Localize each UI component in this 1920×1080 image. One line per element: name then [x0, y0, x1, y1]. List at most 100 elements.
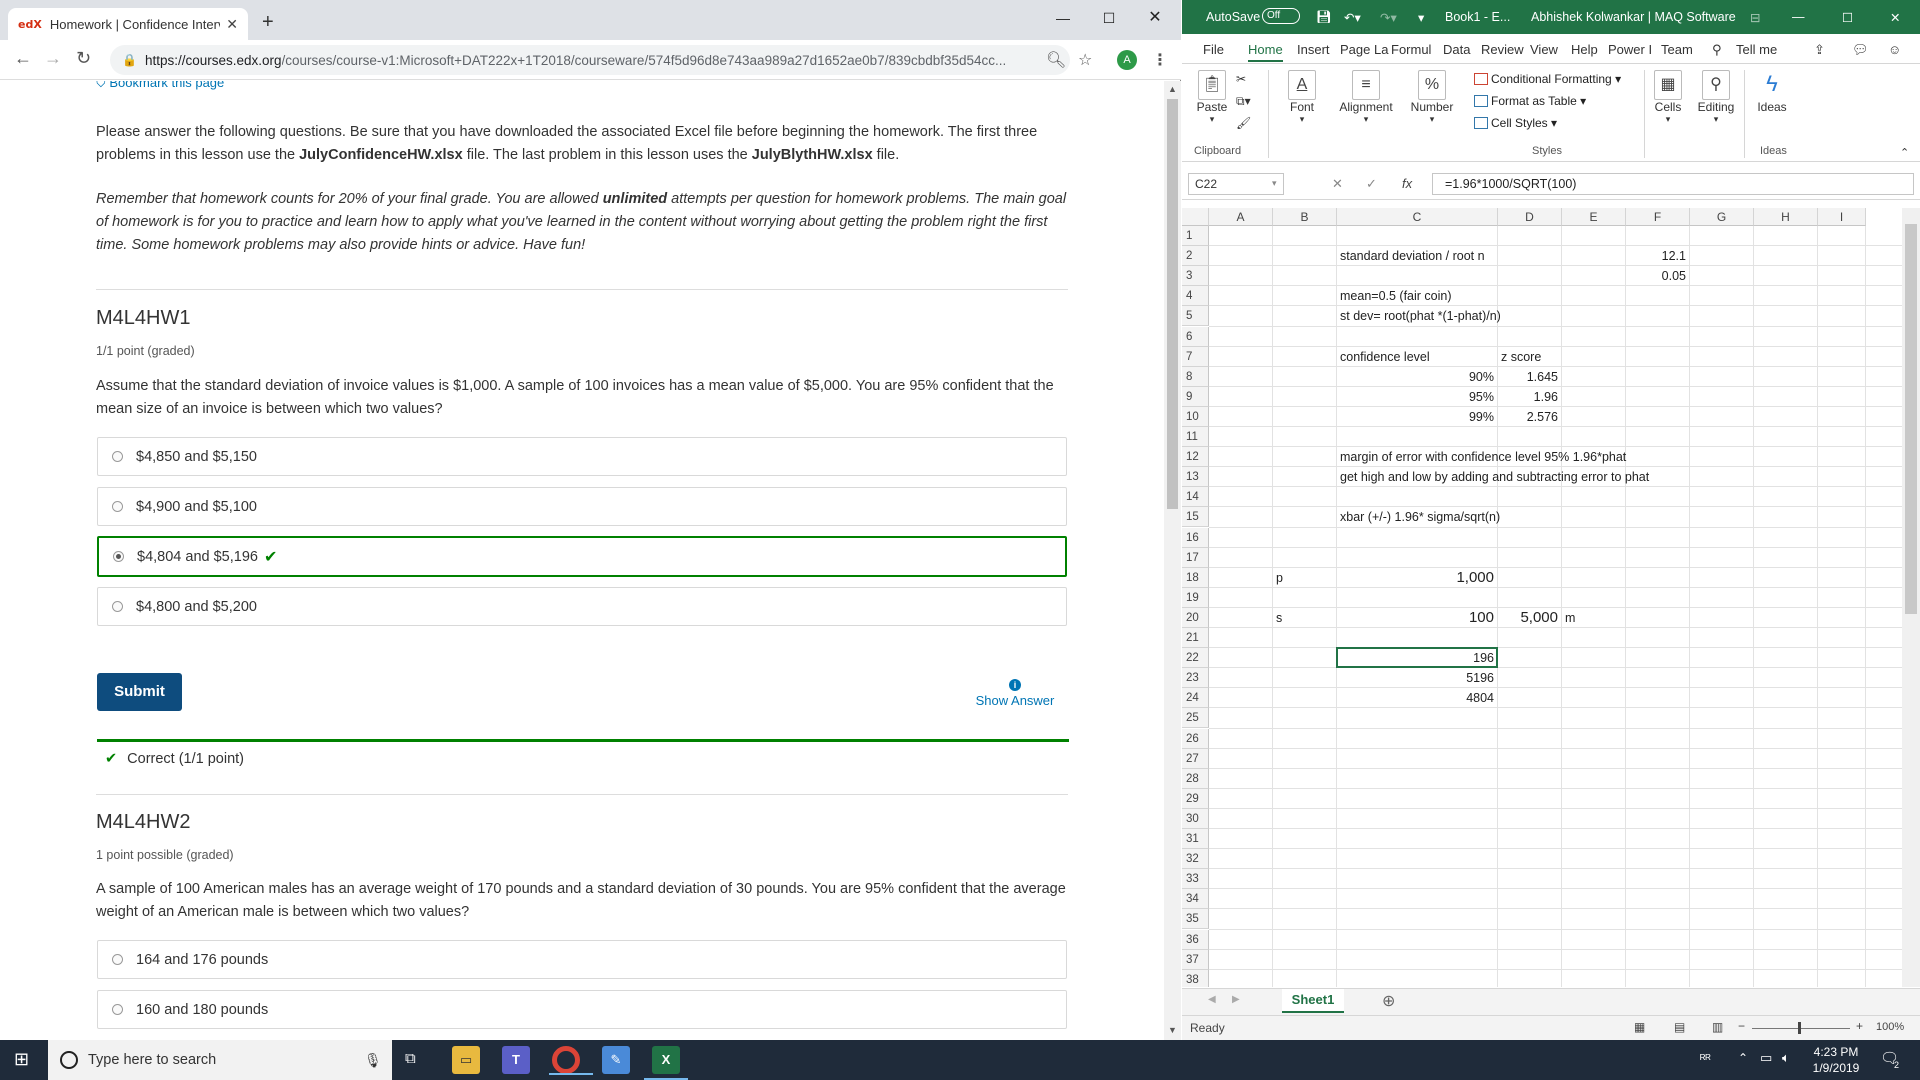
volume-icon[interactable]: 🔈︎ — [1782, 1050, 1790, 1066]
radio-button[interactable] — [112, 501, 123, 512]
taskbar-search[interactable]: Type here to search 🎙︎ — [48, 1040, 392, 1080]
people-icon[interactable]: ᴿᴿ — [1700, 1052, 1711, 1066]
format-as-table-button[interactable]: Format as Table ▾ — [1474, 94, 1586, 108]
zoom-slider[interactable] — [1752, 1028, 1850, 1029]
cell-c23[interactable]: 5196 — [1337, 668, 1494, 688]
close-tab-icon[interactable]: ✕ — [226, 16, 238, 33]
row-header[interactable]: 20 — [1182, 607, 1209, 628]
cell-d7[interactable]: z score — [1501, 347, 1541, 367]
row-header[interactable]: 8 — [1182, 366, 1209, 387]
cell-c2[interactable]: standard deviation / root n — [1340, 246, 1485, 266]
row-header[interactable]: 11 — [1182, 427, 1209, 447]
cell-c18[interactable]: 1,000 — [1337, 568, 1494, 588]
column-header[interactable]: B — [1273, 208, 1337, 226]
prev-sheet-icon[interactable]: ◀ — [1208, 994, 1216, 1005]
row-header[interactable]: 37 — [1182, 949, 1209, 970]
cell-c15[interactable]: xbar (+/-) 1.96* sigma/sqrt(n) — [1340, 507, 1500, 527]
tab-review[interactable]: Review — [1481, 42, 1524, 57]
zoom-out-icon[interactable]: − — [1738, 1019, 1745, 1033]
column-header[interactable]: C — [1337, 208, 1498, 226]
row-header[interactable]: 6 — [1182, 326, 1209, 347]
sheet-tab[interactable]: Sheet1 — [1282, 989, 1344, 1013]
answer-option[interactable]: $4,850 and $5,150 — [97, 437, 1067, 476]
column-header[interactable]: F — [1626, 208, 1690, 226]
fx-icon[interactable]: fx — [1402, 176, 1412, 191]
column-header[interactable]: I — [1818, 208, 1866, 226]
cell-b18[interactable]: p — [1276, 568, 1283, 588]
share-icon[interactable]: ⇪ — [1814, 42, 1825, 58]
scroll-thumb[interactable] — [1905, 224, 1917, 614]
row-header[interactable]: 31 — [1182, 829, 1209, 849]
close-window-icon[interactable]: ✕ — [1132, 4, 1178, 32]
tab-data[interactable]: Data — [1443, 42, 1470, 57]
row-header[interactable]: 25 — [1182, 708, 1209, 729]
file-explorer-icon[interactable]: ▭ — [452, 1046, 480, 1074]
row-header[interactable]: 17 — [1182, 547, 1209, 568]
row-header[interactable]: 24 — [1182, 688, 1209, 709]
zoom-in-icon[interactable]: + — [1856, 1019, 1863, 1033]
answer-option-selected[interactable]: $4,804 and $5,196 ✔ — [97, 536, 1067, 577]
row-header[interactable]: 22 — [1182, 648, 1209, 669]
answer-option[interactable]: 164 and 176 pounds — [97, 940, 1067, 979]
maximize-icon[interactable]: ☐ — [1842, 10, 1853, 25]
cell-c4[interactable]: mean=0.5 (fair coin) — [1340, 286, 1452, 306]
windows-start-icon[interactable]: ⊞ — [14, 1049, 29, 1070]
collapse-ribbon-icon[interactable]: ⌃ — [1900, 146, 1909, 159]
smiley-icon[interactable]: ☺ — [1888, 42, 1901, 57]
tray-expand-icon[interactable]: ⌃ — [1738, 1051, 1748, 1065]
row-header[interactable]: 7 — [1182, 346, 1209, 367]
page-layout-icon[interactable]: ▤ — [1674, 1020, 1685, 1034]
cell-d10[interactable]: 2.576 — [1498, 407, 1558, 427]
row-header[interactable]: 33 — [1182, 869, 1209, 890]
tab-view[interactable]: View — [1530, 42, 1558, 57]
cancel-formula-icon[interactable]: ✕ — [1332, 176, 1343, 192]
minimize-icon[interactable]: — — [1040, 4, 1086, 32]
name-box-dropdown-icon[interactable]: ▾ — [1272, 178, 1277, 189]
row-header[interactable]: 2 — [1182, 246, 1209, 267]
paste-button[interactable]: 📋︎ Paste ▾ — [1192, 70, 1232, 125]
row-header[interactable]: 23 — [1182, 668, 1209, 689]
scroll-up-icon[interactable]: ▲ — [1168, 84, 1177, 94]
alignment-button[interactable]: ≡ Alignment ▾ — [1336, 70, 1396, 125]
tab-power[interactable]: Power I — [1608, 42, 1652, 57]
cell-styles-button[interactable]: Cell Styles ▾ — [1474, 116, 1557, 130]
normal-view-icon[interactable]: ▦ — [1634, 1020, 1645, 1034]
column-header[interactable]: D — [1498, 208, 1562, 226]
cell-c13[interactable]: get high and low by adding and subtracti… — [1340, 467, 1649, 487]
row-header[interactable]: 13 — [1182, 467, 1209, 488]
tell-me-icon[interactable]: ⚲ — [1712, 42, 1722, 58]
column-header[interactable]: G — [1690, 208, 1754, 226]
row-header[interactable]: 14 — [1182, 487, 1209, 508]
task-view-icon[interactable]: ⧉ — [405, 1050, 416, 1067]
cell-b20[interactable]: s — [1276, 608, 1282, 628]
cell-c8[interactable]: 90% — [1337, 367, 1494, 387]
star-icon[interactable]: ☆ — [1078, 50, 1092, 70]
radio-button[interactable] — [112, 451, 123, 462]
browser-tab[interactable]: edX Homework | Confidence Interval ✕ — [8, 8, 248, 40]
tell-me-search[interactable]: Tell me — [1736, 42, 1777, 57]
new-tab-icon[interactable]: + — [262, 11, 274, 34]
chrome-icon[interactable] — [549, 1046, 593, 1075]
answer-option[interactable]: $4,800 and $5,200 — [97, 587, 1067, 626]
zoom-slider-handle[interactable] — [1798, 1022, 1801, 1034]
row-header[interactable]: 9 — [1182, 386, 1209, 407]
row-header[interactable]: 16 — [1182, 527, 1209, 548]
menu-dots-icon[interactable]: ⋮ — [1152, 50, 1168, 70]
ideas-button[interactable]: ϟ Ideas — [1754, 70, 1790, 114]
add-sheet-icon[interactable]: ⊕ — [1382, 991, 1395, 1011]
page-break-icon[interactable]: ▥ — [1712, 1020, 1723, 1034]
maximize-icon[interactable]: ☐ — [1086, 4, 1132, 32]
microphone-icon[interactable]: 🎙︎ — [364, 1040, 382, 1080]
reload-icon[interactable]: ↻ — [76, 48, 91, 69]
save-icon[interactable]: 💾︎ — [1316, 10, 1332, 25]
row-header[interactable]: 19 — [1182, 587, 1209, 608]
font-button[interactable]: A Font ▾ — [1282, 70, 1322, 125]
worksheet-grid[interactable]: A B C D E F G H I 1 2 3 4 5 6 7 8 9 10 11 12 13 14 15 16 17 18 19 20… — [1182, 208, 1902, 987]
comments-icon[interactable]: 💬︎ — [1852, 42, 1869, 58]
row-header[interactable]: 21 — [1182, 628, 1209, 648]
enter-formula-icon[interactable]: ✓ — [1366, 176, 1377, 192]
customize-qat-icon[interactable]: ▾ — [1418, 10, 1424, 25]
answer-option[interactable]: $4,900 and $5,100 — [97, 487, 1067, 526]
cell-d8[interactable]: 1.645 — [1498, 367, 1558, 387]
formula-input[interactable]: =1.96*1000/SQRT(100) — [1432, 173, 1914, 195]
